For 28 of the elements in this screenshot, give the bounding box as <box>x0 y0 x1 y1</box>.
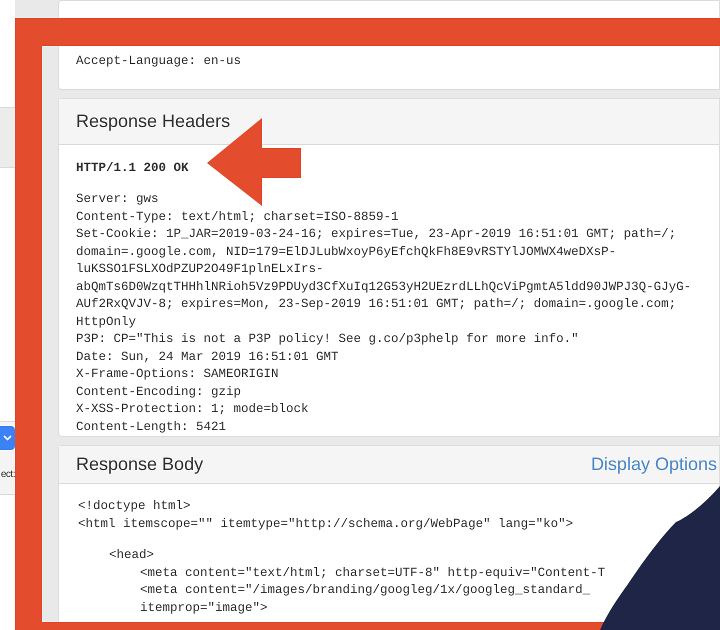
display-options-link[interactable]: Display Options <box>590 451 717 478</box>
header-line: Content-Type: text/html; charset=ISO-8859-1 <box>76 208 399 226</box>
status-line: HTTP/1.1 200 OK <box>76 160 189 177</box>
header-line: X-XSS-Protection: 1; mode=block <box>76 401 309 418</box>
code-line: <meta content="text/html; charset=UTF-8" http-equiv="Content-T <box>139 564 606 582</box>
header-line: X-Frame-Options: SAMEORIGIN <box>76 366 279 383</box>
chevron-down-icon <box>3 435 12 441</box>
panel-title: Response Body <box>76 453 204 476</box>
dropdown-button[interactable] <box>0 426 15 450</box>
header-line: HttpOnly <box>76 314 136 330</box>
panel-title: Response Headers <box>76 110 230 133</box>
header-line: AUf2RxQVJV-8; expires=Mon, 23-Sep-2019 16:51:01 GMT; path=/; domain=.google.com; <box>76 296 676 313</box>
header-line: luKSSO1FSLXOdPZUP2O49F1plnELxIrs- <box>76 261 324 278</box>
code-line: itemprop="image"> <box>139 600 268 616</box>
header-line: Server: gws <box>76 191 159 208</box>
code-line: <meta content="/images/branding/googleg/1x/googleg_standard_ <box>139 582 590 599</box>
field-label: ect: <box>0 468 15 482</box>
header-line: Accept-Language: en-us <box>76 53 242 70</box>
header-line: Date: Sun, 24 Mar 2019 16:51:01 GMT <box>76 348 339 366</box>
header-line: Set-Cookie: 1P_JAR=2019-03-24-16; expires=Tue, 23-Apr-2019 16:51:01 GMT; path=/; <box>76 226 676 243</box>
header-line: domain=.google.com, NID=179=ElDJLubWxoyP6yEfchQkFh8E9vRSTYlJOMWX4weDXsP- <box>76 244 616 260</box>
header-line: Content-Encoding: gzip <box>76 384 242 400</box>
code-line: <html itemscope="" itemtype="http://schema.org/WebPage" lang="ko"> <box>78 516 574 532</box>
code-line: <head> <box>108 547 154 564</box>
header-line: Content-Length: 5421 <box>76 418 226 436</box>
code-line: <!doctype html> <box>78 498 191 515</box>
header-line: abQmTs6D0WzqtTHHhlNRioh5Vz9PDUyd3CfXuIq12G53yH2UEzrdLLhQcViPgmtA5ldd90JWPJ3Q-GJyG- <box>76 278 692 296</box>
header-line: P3P: CP="This is not a P3P policy! See g.co/p3phelp for more info." <box>76 331 579 348</box>
